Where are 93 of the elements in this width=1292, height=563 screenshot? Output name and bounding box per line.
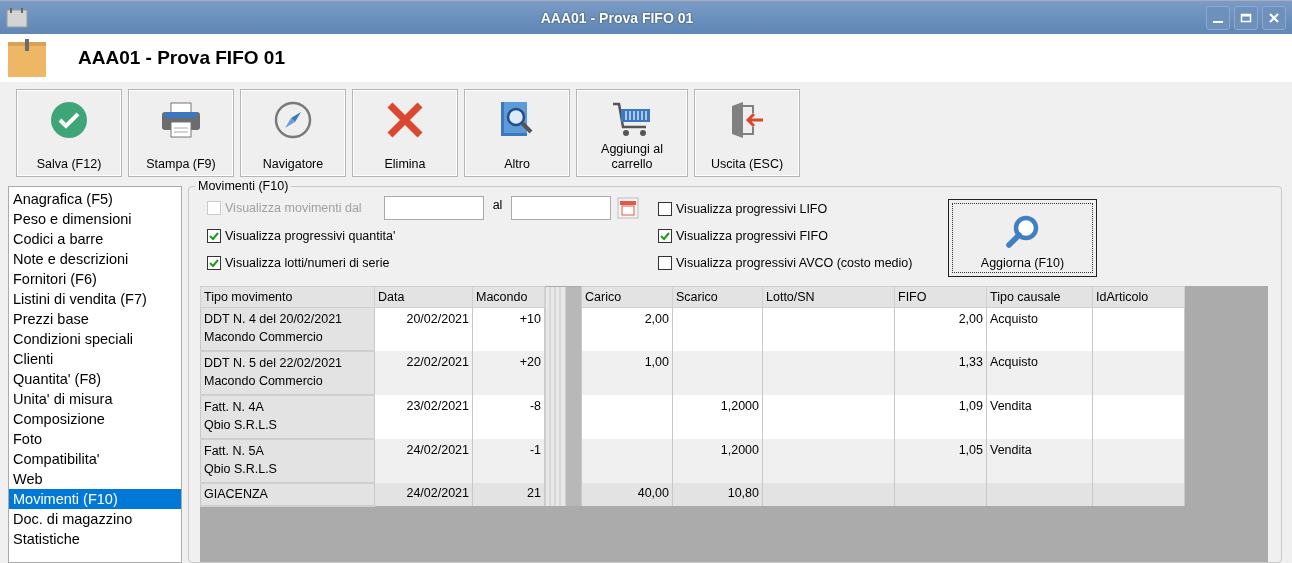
- calendar-icon[interactable]: [617, 196, 639, 219]
- table-cell: +20: [472, 351, 545, 395]
- table-cell: 22/02/2021: [374, 351, 473, 395]
- minimize-button[interactable]: [1206, 5, 1230, 30]
- table-cell: 24/02/2021: [374, 439, 473, 483]
- option-checkbox[interactable]: Visualizza progressivi LIFO: [658, 198, 948, 220]
- maximize-button[interactable]: [1234, 5, 1258, 30]
- maximize-icon: [1240, 11, 1252, 24]
- date-to-field[interactable]: [511, 195, 611, 220]
- option-checkbox[interactable]: Visualizza lotti/numeri di serie: [207, 252, 658, 274]
- print-button[interactable]: Stampa (F9): [128, 89, 234, 177]
- exit-door-icon: [729, 101, 765, 139]
- search-icon: [1004, 213, 1041, 250]
- section-item[interactable]: Peso e dimensioni: [9, 209, 181, 229]
- section-item[interactable]: Clienti: [9, 349, 181, 369]
- table-cell: 23/02/2021: [374, 395, 473, 439]
- table-cell: 1,33: [894, 351, 987, 395]
- section-item[interactable]: Listini di vendita (F7): [9, 289, 181, 309]
- table-cell: Acquisto: [986, 351, 1093, 395]
- more-button[interactable]: Altro: [464, 89, 570, 177]
- table-cell: Vendita: [986, 395, 1093, 439]
- table-cell: 1,09: [894, 395, 987, 439]
- section-item[interactable]: Composizione: [9, 409, 181, 429]
- checkmark-icon: [208, 230, 220, 242]
- table-cell: GIACENZA: [200, 483, 375, 506]
- table-cell: -8: [472, 395, 545, 439]
- section-item[interactable]: Fornitori (F6): [9, 269, 181, 289]
- column-header[interactable]: Tipo movimento: [200, 286, 375, 308]
- table-cell: 1,00: [581, 351, 673, 395]
- table-cell: 40,00: [581, 483, 673, 506]
- section-item[interactable]: Compatibilita': [9, 449, 181, 469]
- option-checkbox[interactable]: Visualizza progressivi FIFO: [658, 225, 948, 247]
- table-cell: Acquisto: [986, 307, 1093, 351]
- column-header[interactable]: Lotto/SN: [762, 286, 895, 308]
- column-header[interactable]: IdArticolo: [1092, 286, 1185, 308]
- section-item[interactable]: Statistiche: [9, 529, 181, 549]
- checkmark-icon: [659, 230, 671, 242]
- save-button[interactable]: Salva (F12): [16, 89, 122, 177]
- date-separator: al: [491, 197, 504, 214]
- close-button[interactable]: [1262, 5, 1286, 30]
- table-cell: Fatt. N. 4A Qbio S.R.L.S: [200, 395, 375, 439]
- option-checkbox[interactable]: Visualizza progressivi AVCO (costo medio): [658, 252, 948, 274]
- table-cell: 20/02/2021: [374, 307, 473, 351]
- section-item[interactable]: Codici a barre: [9, 229, 181, 249]
- table-cell: 2,00: [581, 307, 673, 351]
- window-title: AAA01 - Prova FIFO 01: [539, 9, 695, 26]
- section-item[interactable]: Movimenti (F10): [9, 489, 181, 509]
- close-icon: [1268, 11, 1280, 24]
- section-item[interactable]: Web: [9, 469, 181, 489]
- table-cell: +10: [472, 307, 545, 351]
- table-cell: DDT N. 4 del 20/02/2021 Macondo Commercio: [200, 307, 375, 351]
- exit-button[interactable]: Uscita (ESC): [694, 89, 800, 177]
- navigator-button[interactable]: Navigatore: [240, 89, 346, 177]
- section-item[interactable]: Prezzi base: [9, 309, 181, 329]
- table-cell: Fatt. N. 5A Qbio S.R.L.S: [200, 439, 375, 483]
- record-title: AAA01 - Prova FIFO 01: [78, 47, 285, 69]
- checkmark-icon: [208, 257, 220, 269]
- table-cell: 21: [472, 483, 545, 506]
- compass-icon: [274, 101, 312, 139]
- section-item[interactable]: Unita' di misura: [9, 389, 181, 409]
- section-item[interactable]: Doc. di magazzino: [9, 509, 181, 529]
- printer-icon: [161, 102, 201, 138]
- column-header[interactable]: Carico: [581, 286, 673, 308]
- group-legend: Movimenti (F10): [195, 179, 292, 193]
- table-cell: DDT N. 5 del 22/02/2021 Macondo Commercio: [200, 351, 375, 395]
- table-cell: Vendita: [986, 439, 1093, 483]
- column-header[interactable]: Macondo: [472, 286, 545, 308]
- option-checkbox[interactable]: Visualizza progressivi quantita': [207, 225, 658, 247]
- table-cell: 10,80: [672, 483, 763, 506]
- delete-button[interactable]: Elimina: [352, 89, 458, 177]
- refresh-button[interactable]: Aggiorna (F10): [948, 199, 1097, 277]
- column-header[interactable]: Scarico: [672, 286, 763, 308]
- table-cell: 1,05: [894, 439, 987, 483]
- date-from-field[interactable]: [384, 195, 484, 220]
- section-item[interactable]: Foto: [9, 429, 181, 449]
- section-item[interactable]: Condizioni speciali: [9, 329, 181, 349]
- cart-icon: [612, 101, 652, 139]
- column-header[interactable]: FIFO: [894, 286, 987, 308]
- cart-button[interactable]: Aggiungi al carrello: [576, 89, 688, 177]
- column-header[interactable]: Data: [374, 286, 473, 308]
- x-icon: [386, 101, 424, 139]
- section-item[interactable]: Anagrafica (F5): [9, 189, 181, 209]
- column-header[interactable]: Tipo causale: [986, 286, 1093, 308]
- book-search-icon: [499, 101, 535, 139]
- table-cell: 1,2000: [672, 439, 763, 483]
- table-cell: -1: [472, 439, 545, 483]
- minimize-icon: [1213, 20, 1223, 23]
- section-item[interactable]: Note e descrizioni: [9, 249, 181, 269]
- table-cell: 24/02/2021: [374, 483, 473, 506]
- table-cell: 2,00: [894, 307, 987, 351]
- check-icon: [50, 101, 88, 139]
- section-item[interactable]: Quantita' (F8): [9, 369, 181, 389]
- table-cell: 1,2000: [672, 395, 763, 439]
